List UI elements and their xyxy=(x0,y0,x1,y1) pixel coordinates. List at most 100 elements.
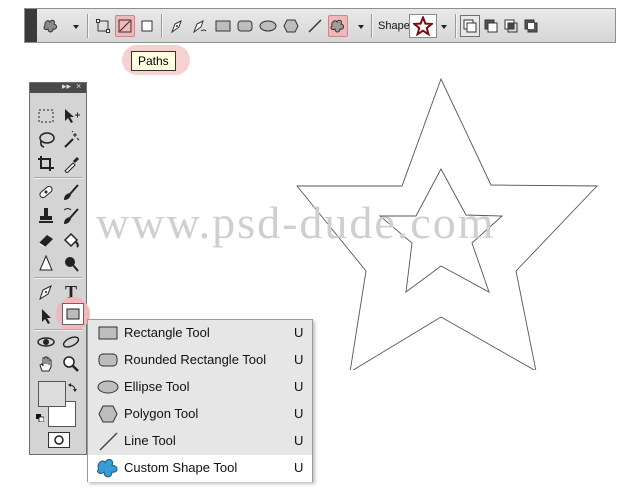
menu-item-shortcut: U xyxy=(294,460,304,475)
line-icon xyxy=(308,19,322,33)
ellipse-icon xyxy=(96,376,120,398)
custom-shape-icon xyxy=(330,19,344,33)
3d-rotate-icon xyxy=(37,337,55,347)
hand-tool[interactable] xyxy=(35,353,57,375)
marquee-icon xyxy=(38,109,54,123)
options-bar-grip[interactable] xyxy=(25,9,37,42)
blur-icon xyxy=(39,255,53,271)
lasso-icon xyxy=(39,132,55,148)
separator xyxy=(34,277,82,279)
marquee-tool[interactable] xyxy=(35,105,57,127)
eraser-tool[interactable] xyxy=(35,229,57,251)
pen-tool-button[interactable] xyxy=(167,15,187,37)
expand-panel-icon[interactable]: ▸▸ xyxy=(62,81,71,92)
rectangle-icon xyxy=(66,308,80,320)
subtract-from-shape-area-button[interactable] xyxy=(481,15,501,37)
intersect-shape-areas-icon xyxy=(504,19,518,33)
menu-item-shortcut: U xyxy=(294,352,304,367)
close-panel-icon[interactable]: × xyxy=(76,81,81,91)
brush-tool[interactable] xyxy=(60,181,82,203)
shape-layers-mode-button[interactable] xyxy=(93,15,113,37)
menu-item-rectangle-tool[interactable]: Rectangle Tool U xyxy=(88,320,312,347)
menu-item-shortcut: U xyxy=(294,379,304,394)
clone-stamp-icon xyxy=(39,208,53,223)
polygon-icon xyxy=(283,19,299,33)
custom-shape-icon xyxy=(96,457,120,479)
paint-bucket-icon xyxy=(63,232,79,248)
fill-pixels-icon xyxy=(141,20,153,32)
menu-item-polygon-tool[interactable]: Polygon Tool U xyxy=(88,401,312,428)
shape-layers-icon xyxy=(96,19,110,33)
separator xyxy=(455,14,457,38)
magic-wand-tool[interactable] xyxy=(60,129,82,151)
swap-colors-icon[interactable] xyxy=(68,379,78,392)
custom-shape-tool-button[interactable] xyxy=(328,15,348,37)
menu-item-label: Rectangle Tool xyxy=(124,325,210,340)
tools-panel: ▸▸ × T xyxy=(29,81,90,455)
exclude-shape-areas-icon xyxy=(524,19,538,33)
eraser-icon xyxy=(38,235,53,248)
paths-icon xyxy=(118,19,132,33)
tool-preset-picker[interactable] xyxy=(41,15,61,37)
menu-item-rounded-rectangle-tool[interactable]: Rounded Rectangle Tool U xyxy=(88,347,312,374)
pen-icon xyxy=(170,20,182,34)
quick-mask-icon xyxy=(54,435,64,445)
rectangle-icon xyxy=(96,322,120,344)
chevron-down-icon[interactable] xyxy=(441,25,447,29)
intersect-shape-areas-button[interactable] xyxy=(501,15,521,37)
history-brush-tool[interactable] xyxy=(60,205,82,227)
line-tool-button[interactable] xyxy=(305,15,325,37)
crop-tool[interactable] xyxy=(35,153,57,175)
menu-item-ellipse-tool[interactable]: Ellipse Tool U xyxy=(88,374,312,401)
paths-mode-button[interactable] xyxy=(115,15,135,37)
clone-stamp-tool[interactable] xyxy=(35,205,57,227)
chevron-down-icon[interactable] xyxy=(358,25,364,29)
zoom-icon xyxy=(63,356,79,372)
ellipse-tool-button[interactable] xyxy=(258,15,278,37)
menu-item-label: Polygon Tool xyxy=(124,406,199,421)
healing-brush-tool[interactable] xyxy=(35,181,57,203)
history-brush-icon xyxy=(63,208,79,224)
add-to-shape-area-button[interactable] xyxy=(460,15,480,37)
eyedropper-icon xyxy=(64,157,79,173)
dodge-icon xyxy=(65,257,79,272)
crop-icon xyxy=(38,156,54,171)
menu-item-shortcut: U xyxy=(294,325,304,340)
pen-tool[interactable] xyxy=(35,281,57,303)
rounded-rectangle-icon xyxy=(237,20,253,32)
polygon-tool-button[interactable] xyxy=(281,15,301,37)
dodge-tool[interactable] xyxy=(60,253,82,275)
3d-orbit-icon xyxy=(62,336,80,348)
pen-icon xyxy=(39,284,52,301)
add-shape-area-icon xyxy=(463,19,477,33)
freeform-pen-icon xyxy=(192,20,207,34)
paint-bucket-tool[interactable] xyxy=(60,229,82,251)
move-icon xyxy=(65,109,80,123)
move-tool[interactable] xyxy=(60,105,82,127)
default-colors-icon[interactable] xyxy=(36,409,45,423)
rounded-rectangle-tool-button[interactable] xyxy=(235,15,255,37)
zoom-tool[interactable] xyxy=(60,353,82,375)
eyedropper-tool[interactable] xyxy=(60,153,82,175)
menu-item-label: Line Tool xyxy=(124,433,176,448)
chevron-down-icon[interactable] xyxy=(73,25,79,29)
exclude-overlapping-shape-areas-button[interactable] xyxy=(521,15,541,37)
menu-item-custom-shape-tool[interactable]: Custom Shape Tool U xyxy=(88,455,312,482)
path-selection-tool[interactable] xyxy=(35,305,57,327)
shape-picker[interactable] xyxy=(409,14,437,38)
blur-tool[interactable] xyxy=(35,253,57,275)
separator xyxy=(87,14,89,38)
rounded-rectangle-icon xyxy=(96,349,120,371)
lasso-tool[interactable] xyxy=(35,129,57,151)
shape-tool[interactable] xyxy=(62,303,84,325)
freeform-pen-tool-button[interactable] xyxy=(189,15,209,37)
hand-icon xyxy=(39,356,52,372)
3d-orbit-tool[interactable] xyxy=(60,331,82,353)
fill-pixels-mode-button[interactable] xyxy=(137,15,157,37)
menu-item-line-tool[interactable]: Line Tool U xyxy=(88,428,312,455)
quick-mask-button[interactable] xyxy=(48,432,70,448)
foreground-color-swatch[interactable] xyxy=(38,381,66,407)
rectangle-tool-button[interactable] xyxy=(213,15,233,37)
3d-rotate-tool[interactable] xyxy=(35,331,57,353)
ellipse-icon xyxy=(259,20,277,32)
